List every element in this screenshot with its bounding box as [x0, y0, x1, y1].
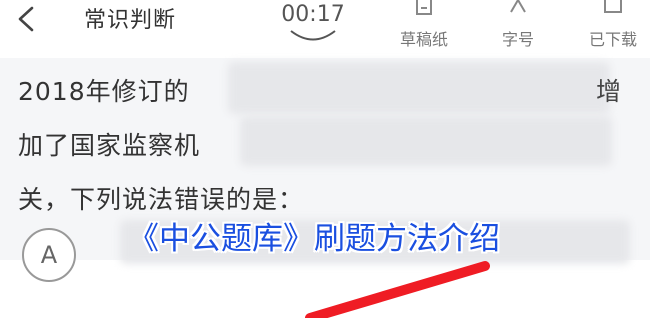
question-area: 2018年修订的 增 加了国家监察机 关，下列说法错误的是： A 《中公题库》刷… [0, 58, 650, 318]
blurred-text [240, 116, 612, 166]
question-edge-char: 增 [596, 77, 622, 106]
downloaded-icon [580, 0, 646, 22]
back-button[interactable] [10, 2, 44, 36]
question-line-2: 加了国家监察机 [18, 131, 201, 160]
top-bar: 常识判断 00:17 草稿纸 字号 已下载 [0, 0, 650, 58]
font-size-label: 字号 [501, 30, 534, 49]
option-a-button[interactable]: A [22, 228, 76, 282]
page-title: 常识判断 [84, 8, 177, 33]
red-arrow-icon [305, 261, 490, 318]
question-line-1: 2018年修订的 [18, 77, 190, 106]
draft-paper-label: 草稿纸 [399, 30, 448, 49]
back-arrow-icon [18, 6, 34, 32]
overlay-title: 《中公题库》刷题方法介绍 [128, 221, 500, 257]
question-line-3: 关，下列说法错误的是： [18, 185, 305, 214]
font-size-icon [490, 0, 546, 22]
downloaded-button[interactable]: 已下载 [580, 0, 646, 50]
downloaded-label: 已下载 [588, 30, 637, 49]
timer-text: 00:17 [281, 2, 345, 27]
font-size-button[interactable]: 字号 [490, 0, 546, 50]
draft-paper-button[interactable]: 草稿纸 [392, 0, 456, 50]
timer-arc-icon [290, 30, 336, 41]
blurred-text [228, 62, 610, 114]
timer[interactable]: 00:17 [268, 0, 358, 50]
draft-paper-icon [392, 0, 456, 22]
